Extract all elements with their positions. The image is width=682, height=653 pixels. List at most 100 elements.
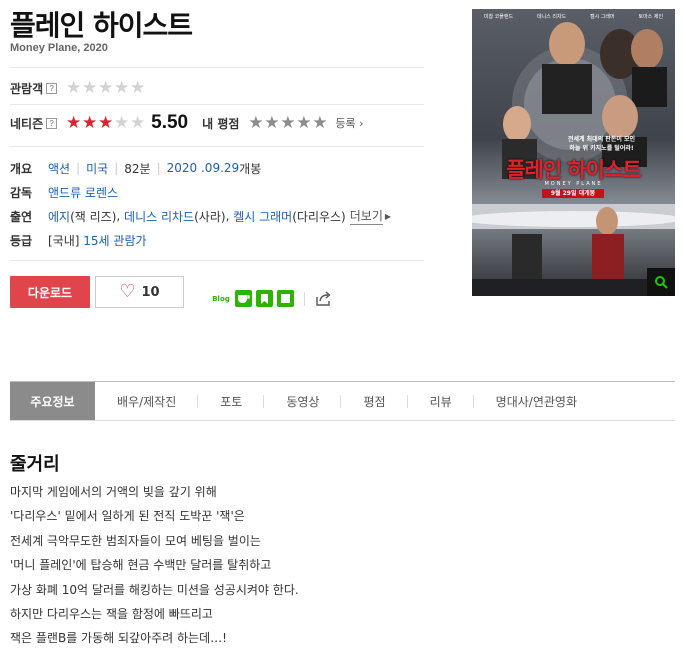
star-icon[interactable]: ★ — [247, 114, 263, 132]
plot-line: 가상 화폐 10억 달러를 해킹하는 미션을 성공시켜야 한다. — [10, 582, 299, 597]
divider — [10, 67, 424, 68]
plot-line: 하지만 다리우스는 잭을 함정에 빠뜨리고 — [10, 607, 213, 622]
divider — [10, 146, 424, 147]
movie-title: 플레인 하이스트 — [10, 9, 193, 42]
separator: | — [76, 161, 81, 175]
star-icon: ★ — [98, 77, 113, 98]
share-bar: Blog — [211, 290, 332, 307]
poster-artwork — [472, 9, 675, 296]
actor-link[interactable]: 데니스 리차드 — [124, 208, 194, 225]
caret-right-icon: ▶ — [384, 211, 392, 221]
netizen-rating-label: 네티즌 — [10, 116, 44, 131]
help-icon[interactable]: ? — [46, 82, 58, 94]
actor-link[interactable]: 켈시 그래머 — [233, 208, 292, 225]
help-icon[interactable]: ? — [46, 117, 58, 129]
star-icon: ★ — [114, 77, 129, 98]
poster-tagline: 전세계 최대의 판돈이 모인 하늘 위 카지노를 털어라! — [568, 134, 635, 152]
plot-line: '머니 플레인'에 탑승해 현금 수백만 달러를 탈취하고 — [10, 558, 272, 573]
star-icon: ★ — [66, 77, 81, 98]
comma: , — [225, 209, 234, 223]
grade-row: 등급 [국내] 15세 관람가 — [10, 228, 391, 252]
blog-icon[interactable]: Blog — [211, 290, 231, 307]
audience-stars: ★ ★ ★ ★ ★ — [65, 77, 145, 98]
netizen-stars: ★ ★ ★ ★ ★ — [65, 112, 145, 133]
download-button[interactable]: 다운로드 — [10, 276, 90, 308]
netizen-rating-row: 네티즌 ? ★ ★ ★ ★ ★ 5.50 내 평점 ★ ★ ★ ★ ★ 등록 › — [10, 112, 364, 133]
star-icon[interactable]: ★ — [311, 114, 327, 132]
comma: , — [116, 209, 125, 223]
divider — [10, 260, 424, 261]
tab-photos[interactable]: 포토 — [198, 382, 265, 420]
movie-poster[interactable]: 미찹 코플랜드 데니스 리차드 켈시 그래머 토마스 제인 전세계 최대의 판돈… — [472, 9, 675, 296]
plot-line: '다리우스' 밑에서 일하게 된 전직 도박꾼 '잭'은 — [10, 509, 245, 524]
star-icon: ★ — [66, 112, 81, 133]
cast-more-link[interactable]: 더보기 — [349, 207, 383, 225]
overview-label: 개요 — [10, 161, 33, 176]
genre-link[interactable]: 액션 — [48, 160, 70, 177]
star-icon: ★ — [98, 112, 113, 133]
like-count: 10 — [141, 284, 160, 300]
actor-role: (사라) — [194, 209, 226, 224]
plot-line: 마지막 게임에서의 거액의 빚을 갚기 위해 — [10, 485, 217, 499]
heart-icon: ♡ — [119, 281, 136, 302]
my-rating-label: 내 평점 — [202, 116, 240, 131]
star-icon[interactable]: ★ — [263, 114, 279, 132]
divider — [10, 104, 424, 105]
line-icon[interactable] — [277, 290, 294, 307]
cast-label: 출연 — [10, 209, 33, 224]
star-icon: ★ — [130, 112, 145, 133]
search-icon — [655, 276, 668, 289]
overview-row: 개요 액션 | 미국 | 82분 | 2020 .09.29 개봉 — [10, 156, 391, 180]
director-row: 감독 앤드류 로렌스 — [10, 180, 391, 204]
star-icon: ★ — [114, 112, 129, 133]
poster-tagline-line: 하늘 위 카지노를 털어라! — [569, 145, 634, 152]
grade-link[interactable]: 15세 관람가 — [83, 232, 146, 249]
tab-cast-crew[interactable]: 배우/제작진 — [95, 382, 199, 420]
my-rating-stars[interactable]: ★ ★ ★ ★ ★ — [247, 114, 327, 132]
movie-info: 개요 액션 | 미국 | 82분 | 2020 .09.29 개봉 감독 앤드류… — [10, 156, 391, 252]
actor-role: (잭 리즈) — [70, 209, 117, 224]
cast-row: 출연 에지 (잭 리즈), 데니스 리차드 (사라), 켈시 그래머 (다리우스) 더… — [10, 204, 391, 228]
runtime: 82분 — [124, 161, 151, 176]
cafe-icon[interactable] — [235, 290, 252, 307]
plot-line: 잭은 플랜B를 가동해 되갚아주려 하는데…! — [10, 631, 227, 646]
release-date-link[interactable]: 2020 .09.29 — [167, 161, 240, 175]
star-icon: ★ — [82, 77, 97, 98]
audience-rating-row: 관람객 ? ★ ★ ★ ★ ★ — [10, 78, 145, 98]
actor-role: (다리우스) — [292, 209, 346, 224]
separator: | — [114, 161, 119, 175]
poster-english-title: MONEY PLANE — [544, 181, 603, 187]
actor-link[interactable]: 에지 — [48, 208, 70, 225]
star-icon[interactable]: ★ — [295, 114, 311, 132]
audience-rating-label: 관람객 — [10, 81, 44, 96]
bookmark-icon[interactable] — [256, 290, 273, 307]
country-link[interactable]: 미국 — [86, 160, 108, 177]
tab-reviews[interactable]: 리뷰 — [408, 382, 474, 420]
netizen-score: 5.50 — [151, 112, 189, 133]
poster-release: 9월 29일 대개봉 — [542, 189, 604, 198]
star-icon: ★ — [130, 77, 145, 98]
movie-subtitle: Money Plane, 2020 — [10, 42, 108, 54]
tab-ratings[interactable]: 평점 — [341, 382, 408, 420]
poster-credit: 켈시 그래머 — [590, 14, 615, 20]
poster-credits: 미찹 코플랜드 데니스 리차드 켈시 그래머 토마스 제인 — [472, 13, 675, 20]
star-icon[interactable]: ★ — [279, 114, 295, 132]
director-link[interactable]: 앤드류 로렌스 — [48, 184, 118, 201]
poster-title: 플레인 하이스트 — [506, 158, 642, 182]
star-icon: ★ — [82, 112, 97, 133]
register-rating-link[interactable]: 등록 › — [335, 115, 363, 131]
tab-videos[interactable]: 동영상 — [264, 382, 342, 420]
share-icon[interactable] — [315, 290, 332, 307]
register-label: 등록 — [335, 117, 356, 130]
zoom-button[interactable] — [647, 268, 675, 296]
grade-label: 등급 — [10, 233, 33, 248]
tab-quotes-related[interactable]: 명대사/연관영화 — [474, 382, 599, 420]
tab-main-info[interactable]: 주요정보 — [10, 382, 95, 420]
poster-credit: 토마스 제인 — [638, 14, 664, 20]
release-suffix: 개봉 — [239, 161, 262, 176]
separator: | — [156, 161, 161, 175]
divider — [304, 291, 305, 306]
chevron-right-icon: › — [359, 117, 364, 130]
content-tabs: 주요정보 배우/제작진 포토 동영상 평점 리뷰 명대사/연관영화 — [10, 381, 675, 421]
like-button[interactable]: ♡ 10 — [95, 276, 184, 308]
